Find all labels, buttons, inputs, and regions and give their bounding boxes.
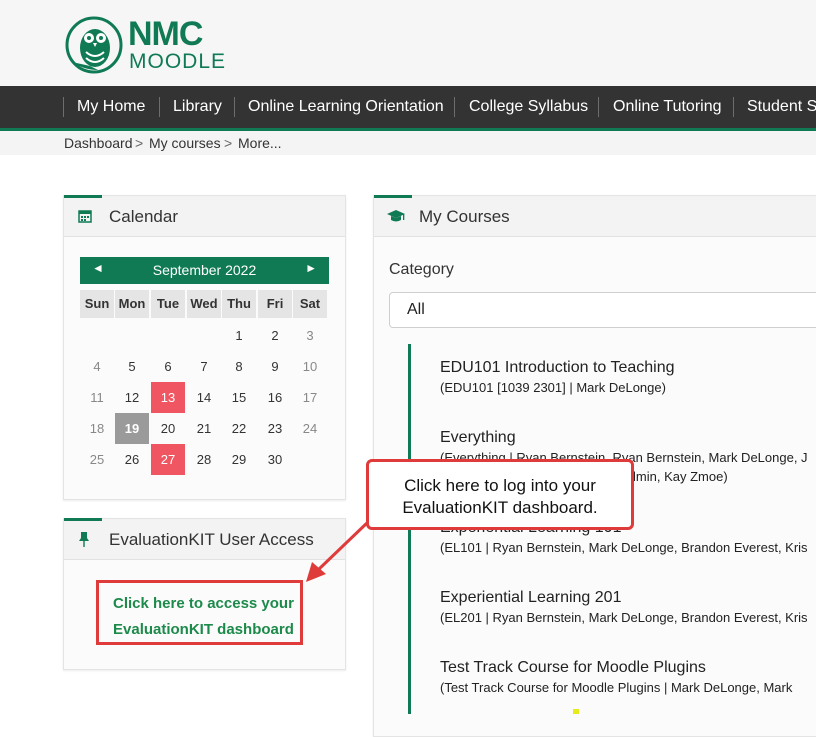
nav-separator xyxy=(733,97,734,117)
my-courses-title: My Courses xyxy=(419,207,510,226)
category-select[interactable]: All xyxy=(389,292,816,328)
calendar-day[interactable]: 8 xyxy=(222,351,256,382)
calendar-day[interactable]: 29 xyxy=(222,444,256,475)
calendar-day[interactable]: 9 xyxy=(258,351,292,382)
annotation-line2: EvaluationKIT dashboard. xyxy=(402,498,598,517)
calendar-day[interactable]: 14 xyxy=(187,382,221,413)
evaluationkit-link-line2[interactable]: EvaluationKIT dashboard xyxy=(113,617,294,643)
logo-wordmark: NMC xyxy=(128,15,203,53)
calendar-block-header: Calendar xyxy=(64,195,345,237)
calendar-day[interactable]: 3 xyxy=(293,320,327,351)
annotation-callout: Click here to log into your EvaluationKI… xyxy=(366,459,634,530)
calendar-day[interactable]: 10 xyxy=(293,351,327,382)
block-accent xyxy=(374,195,412,198)
calendar-day[interactable]: 4 xyxy=(80,351,114,382)
course-meta-line2: Admin, Kay Zmoe) xyxy=(620,469,728,484)
calendar-day[interactable]: 1 xyxy=(222,320,256,351)
weekday-header: Mon xyxy=(115,290,149,318)
logo-subtitle: MOODLE xyxy=(129,50,227,73)
main-nav: My Home Library Online Learning Orientat… xyxy=(0,86,816,131)
calendar-day[interactable]: 18 xyxy=(80,413,114,444)
breadcrumb-dashboard[interactable]: Dashboard xyxy=(64,135,133,151)
weekday-header: Sun xyxy=(80,290,114,318)
calendar-day[interactable]: 28 xyxy=(187,444,221,475)
category-select-value: All xyxy=(407,301,425,318)
site-header: NMC MOODLE xyxy=(0,0,816,86)
nav-item-library[interactable]: Library xyxy=(173,86,222,128)
course-title-link[interactable]: Everything xyxy=(440,429,516,447)
nav-separator xyxy=(234,97,235,117)
evaluationkit-link-highlight: Click here to access your EvaluationKIT … xyxy=(96,580,303,645)
calendar-month-label: September 2022 xyxy=(152,262,257,278)
calendar-day[interactable]: 20 xyxy=(151,413,185,444)
site-logo[interactable]: NMC MOODLE xyxy=(64,14,227,74)
nav-separator xyxy=(454,97,455,117)
nav-item-college-syllabus[interactable]: College Syllabus xyxy=(469,86,588,128)
calendar-title: Calendar xyxy=(109,207,178,226)
owl-logo-icon xyxy=(65,16,123,74)
calendar-day[interactable]: 12 xyxy=(115,382,149,413)
breadcrumb: Dashboard > My courses > More... xyxy=(0,131,816,155)
calendar-day[interactable]: 24 xyxy=(293,413,327,444)
cursor-mark xyxy=(573,709,579,714)
my-courses-block-header: My Courses xyxy=(374,195,816,237)
calendar-day[interactable]: 23 xyxy=(258,413,292,444)
block-accent xyxy=(64,195,102,198)
weekday-header: Thu xyxy=(222,290,256,318)
calendar-day[interactable]: 26 xyxy=(115,444,149,475)
course-title-link[interactable]: EDU101 Introduction to Teaching xyxy=(440,359,675,377)
calendar-day[interactable]: 5 xyxy=(115,351,149,382)
breadcrumb-separator: > xyxy=(135,135,144,151)
evaluationkit-title: EvaluationKIT User Access xyxy=(109,530,314,549)
calendar-day[interactable]: 19 xyxy=(115,413,149,444)
calendar-day[interactable]: 16 xyxy=(258,382,292,413)
graduation-cap-icon xyxy=(387,210,405,222)
next-month-icon[interactable]: ► xyxy=(305,261,317,275)
calendar-day[interactable]: 2 xyxy=(258,320,292,351)
calendar-day[interactable]: 25 xyxy=(80,444,114,475)
calendar-icon xyxy=(78,210,92,223)
calendar-month-bar: ◄ September 2022 ► xyxy=(80,257,329,284)
evaluationkit-link-line1[interactable]: Click here to access your xyxy=(113,591,294,617)
breadcrumb-separator: > xyxy=(224,135,233,151)
course-title-link[interactable]: Experiential Learning 201 xyxy=(440,589,621,607)
calendar-day[interactable]: 7 xyxy=(187,351,221,382)
calendar-day[interactable]: 6 xyxy=(151,351,185,382)
nav-item-online-learning-orientation[interactable]: Online Learning Orientation xyxy=(248,86,444,128)
weekday-header: Wed xyxy=(187,290,221,318)
breadcrumb-more[interactable]: More... xyxy=(238,135,282,151)
course-meta: (Test Track Course for Moodle Plugins | … xyxy=(440,680,793,695)
calendar-day[interactable]: 15 xyxy=(222,382,256,413)
nav-separator xyxy=(63,97,64,117)
course-title-link[interactable]: Test Track Course for Moodle Plugins xyxy=(440,659,706,677)
block-accent xyxy=(64,518,102,521)
course-meta: (EDU101 [1039 2301] | Mark DeLonge) xyxy=(440,380,666,395)
course-meta: (EL201 | Ryan Bernstein, Mark DeLonge, B… xyxy=(440,610,808,625)
calendar-day[interactable]: 27 xyxy=(151,444,185,475)
course-meta: (EL101 | Ryan Bernstein, Mark DeLonge, B… xyxy=(440,540,808,555)
annotation-text: Click here to log into your EvaluationKI… xyxy=(369,475,631,519)
nav-item-online-tutoring[interactable]: Online Tutoring xyxy=(613,86,722,128)
nav-separator xyxy=(598,97,599,117)
calendar-day[interactable]: 30 xyxy=(258,444,292,475)
calendar-day[interactable]: 17 xyxy=(293,382,327,413)
nav-item-student-services[interactable]: Student S xyxy=(747,86,816,128)
calendar-day[interactable]: 21 xyxy=(187,413,221,444)
weekday-header: Tue xyxy=(151,290,185,318)
calendar-day[interactable]: 11 xyxy=(80,382,114,413)
pin-icon xyxy=(79,532,89,547)
weekday-header: Fri xyxy=(258,290,292,318)
nav-item-my-home[interactable]: My Home xyxy=(77,86,145,128)
nav-separator xyxy=(159,97,160,117)
weekday-header: Sat xyxy=(293,290,327,318)
breadcrumb-my-courses[interactable]: My courses xyxy=(149,135,221,151)
calendar-day[interactable]: 13 xyxy=(151,382,185,413)
evaluationkit-dashboard-link[interactable]: Click here to access your EvaluationKIT … xyxy=(113,591,294,643)
category-label: Category xyxy=(389,261,454,278)
annotation-line1: Click here to log into your xyxy=(404,476,596,495)
calendar-day[interactable]: 22 xyxy=(222,413,256,444)
